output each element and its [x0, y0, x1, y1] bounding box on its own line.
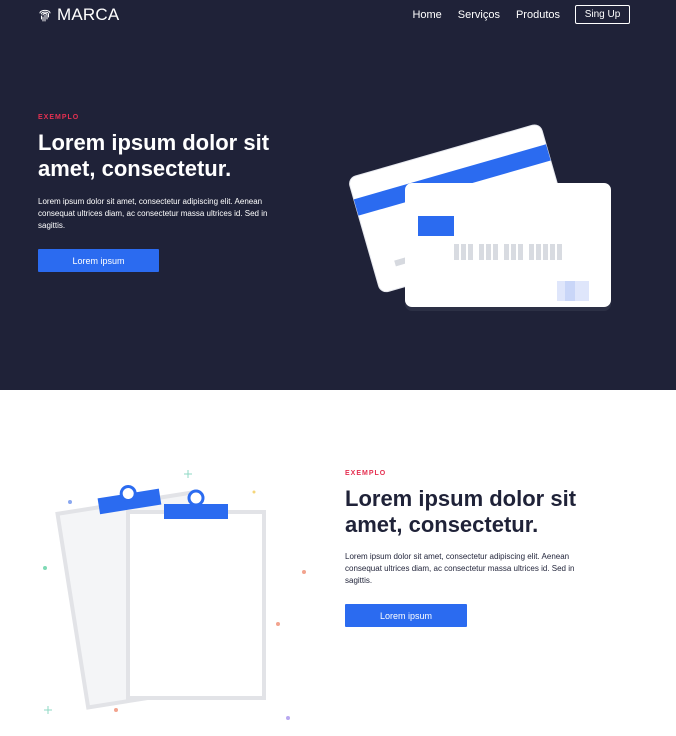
navbar: MARCA Home Serviços Produtos Sing Up — [0, 0, 676, 30]
hero-eyebrow: EXEMPLO — [38, 114, 80, 121]
clipboards-illustration — [43, 470, 306, 720]
feature-eyebrow: EXEMPLO — [345, 470, 387, 477]
nav-link-servicos[interactable]: Serviços — [458, 9, 500, 21]
feature-section: EXEMPLO Lorem ipsum dolor sit amet, cons… — [0, 390, 676, 736]
hero-cta-button[interactable]: Lorem ipsum — [38, 249, 159, 272]
hero-title: Lorem ipsum dolor sit amet, consectetur. — [38, 130, 270, 181]
nav-link-produtos[interactable]: Produtos — [516, 9, 560, 21]
brand-logo[interactable]: MARCA — [38, 5, 119, 25]
hero-description: Lorem ipsum dolor sit amet, consectetur … — [38, 197, 268, 230]
nav-links: Home Serviços Produtos — [396, 9, 560, 21]
brand-name: MARCA — [57, 5, 120, 24]
feature-title: Lorem ipsum dolor sit amet, consectetur. — [345, 486, 577, 537]
feature-cta-button[interactable]: Lorem ipsum — [345, 604, 467, 627]
feature-description: Lorem ipsum dolor sit amet, consectetur … — [345, 552, 575, 585]
credit-cards-illustration — [349, 124, 611, 311]
signup-button[interactable]: Sing Up — [575, 5, 630, 24]
nav-link-home[interactable]: Home — [412, 9, 441, 21]
hero-section: EXEMPLO Lorem ipsum dolor sit amet, cons… — [0, 0, 676, 390]
fingerprint-icon — [39, 9, 51, 22]
